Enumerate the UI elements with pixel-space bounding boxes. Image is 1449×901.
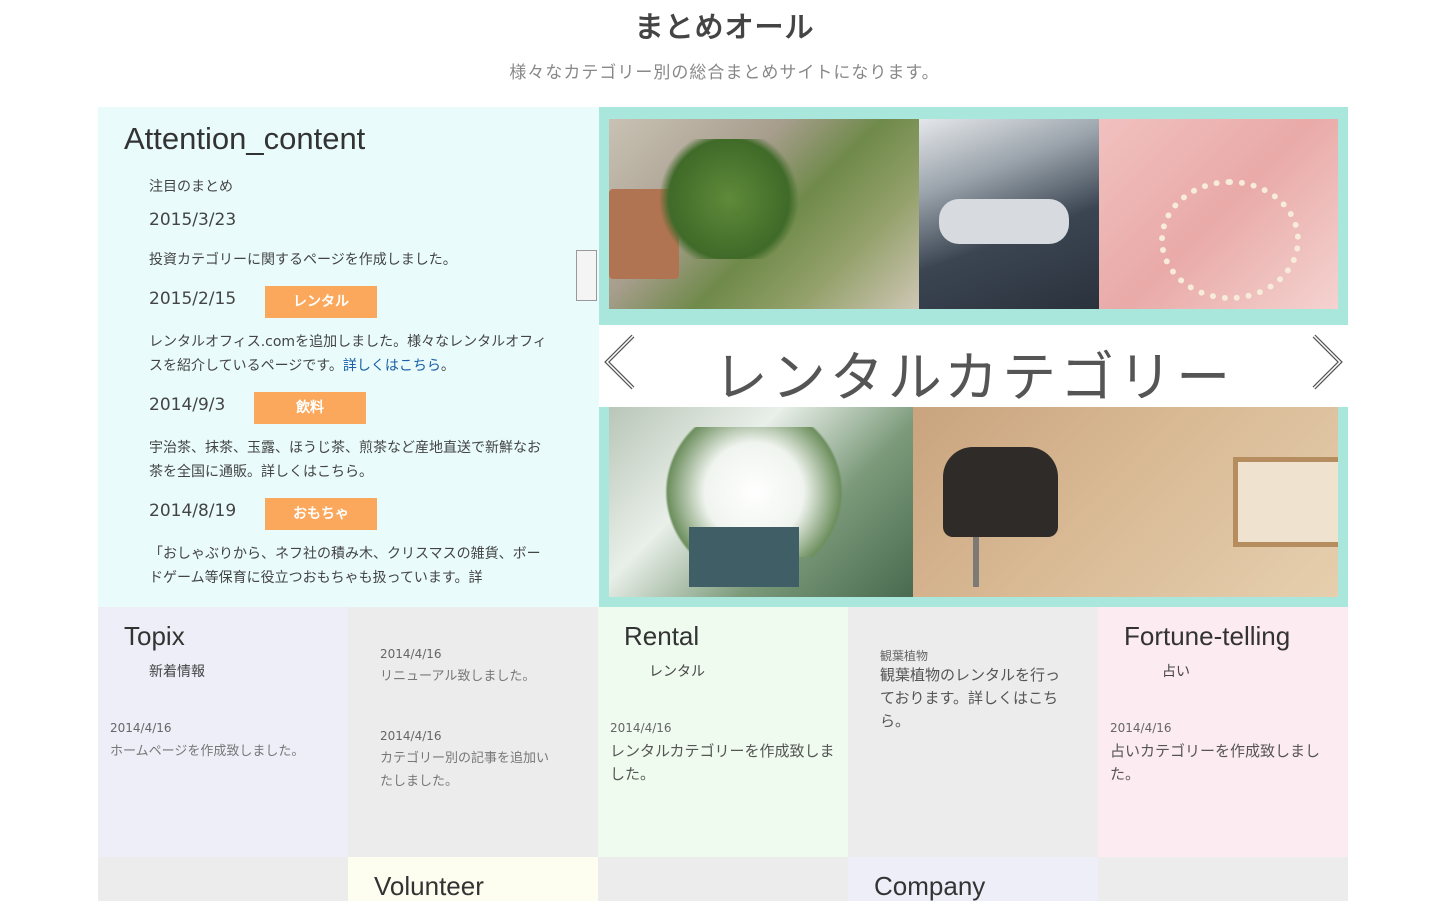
scrollbar-thumb[interactable] [576, 250, 597, 301]
news-date: 2014/8/19 [149, 501, 237, 521]
news-tag-rental[interactable]: レンタル [265, 286, 377, 318]
pearl-photo [1099, 119, 1338, 309]
tile-rental[interactable]: Rental レンタル 2014/4/16 レンタルカテゴリーを作成致しました。 [598, 607, 848, 857]
news-text: 宇治茶、抹茶、玉露、ほうじ茶、煎茶など産地直送で新鮮なお茶を全国に通販。詳しくは… [149, 440, 541, 480]
news-date: 2015/3/23 [149, 210, 237, 230]
tile-title: Volunteer [374, 871, 484, 901]
tile-bottom-1[interactable] [98, 857, 348, 901]
tile-text: リニューアル致しました。 [380, 669, 536, 684]
site-title: まとめオール [634, 10, 815, 44]
tile-subtitle: 占い [1162, 664, 1190, 680]
tile-date: 2014/4/16 [380, 647, 442, 661]
tile-date: 2014/4/16 [610, 721, 672, 735]
tile-text: ホームページを作成致しました。 [110, 744, 305, 759]
news-text: 投資カテゴリーに関するページを作成しました。 [149, 252, 457, 268]
tile-volunteer[interactable]: Volunteer [348, 857, 598, 901]
chevron-right-icon [1312, 334, 1343, 390]
details-link[interactable]: 詳しくはこちら [343, 358, 441, 374]
news-text: 「おしゃぶりから、ネフ社の積み木、クリスマスの雑貨、ボードゲーム等保育に役立つお… [149, 546, 541, 586]
site-subtitle: 様々なカテゴリー別の総合まとめサイトになります。 [509, 63, 940, 83]
tile-fortune[interactable]: Fortune-telling 占い 2014/4/16 占いカテゴリーを作成致… [1098, 607, 1348, 857]
slider-prev-button[interactable] [603, 332, 637, 392]
tile-text: 占いカテゴリーを作成致しました。 [1110, 742, 1321, 783]
tile-title: Fortune-telling [1124, 621, 1291, 651]
chair-photo [913, 407, 1338, 597]
tile-subtitle: 新着情報 [149, 664, 205, 680]
news-date: 2014/9/3 [149, 395, 226, 415]
tile-subtitle: レンタル [649, 664, 705, 680]
slider-next-button[interactable] [1310, 332, 1344, 392]
tile-text: 観葉植物のレンタルを行っております。詳しくはこちら。 [880, 666, 1061, 730]
tile-text: レンタルカテゴリーを作成致しました。 [610, 742, 835, 783]
garden-photo [609, 119, 919, 309]
tile-bottom-5[interactable] [1098, 857, 1348, 901]
attention-subtitle: 注目のまとめ [149, 179, 233, 195]
tile-title: Rental [624, 621, 700, 651]
tile-date: 2014/4/16 [380, 729, 442, 743]
tile-label: 観葉植物 [880, 649, 929, 663]
tile-date: 2014/4/16 [1110, 721, 1172, 735]
chevron-left-icon [604, 334, 635, 390]
flowers-photo [609, 407, 913, 597]
tile-bottom-3[interactable] [598, 857, 848, 901]
tile-text: カテゴリー別の記事を追加いたしました。 [380, 751, 550, 789]
attention-title: Attention_content [124, 121, 366, 156]
tile-company[interactable]: Company [848, 857, 1098, 901]
news-text: レンタルオフィス.comを追加しました。様々なレンタルオフィスを紹介しているペー… [149, 334, 547, 374]
category-slider[interactable]: レンタルカテゴリー [599, 107, 1348, 607]
tile-topix[interactable]: Topix 新着情報 2014/4/16 ホームページを作成致しました。 [98, 607, 348, 857]
tile-date: 2014/4/16 [110, 721, 172, 735]
tile-topix-more[interactable]: 2014/4/16 リニューアル致しました。 2014/4/16 カテゴリー別の… [348, 607, 598, 857]
banner-text: レンタルカテゴリー [713, 346, 1235, 409]
news-tag-drinks[interactable]: 飲料 [254, 392, 366, 424]
slider-banner: レンタルカテゴリー [599, 325, 1348, 409]
tile-title: Topix [124, 621, 185, 651]
car-photo [919, 119, 1099, 309]
attention-panel: Attention_content 注目のまとめ 2015/3/23 投資カテゴ… [98, 107, 599, 607]
news-tag-toys[interactable]: おもちゃ [265, 498, 377, 530]
tile-title: Company [874, 871, 986, 901]
news-date: 2015/2/15 [149, 289, 237, 309]
tile-rental-more[interactable]: 観葉植物 観葉植物のレンタルを行っております。詳しくはこちら。 [848, 607, 1098, 857]
